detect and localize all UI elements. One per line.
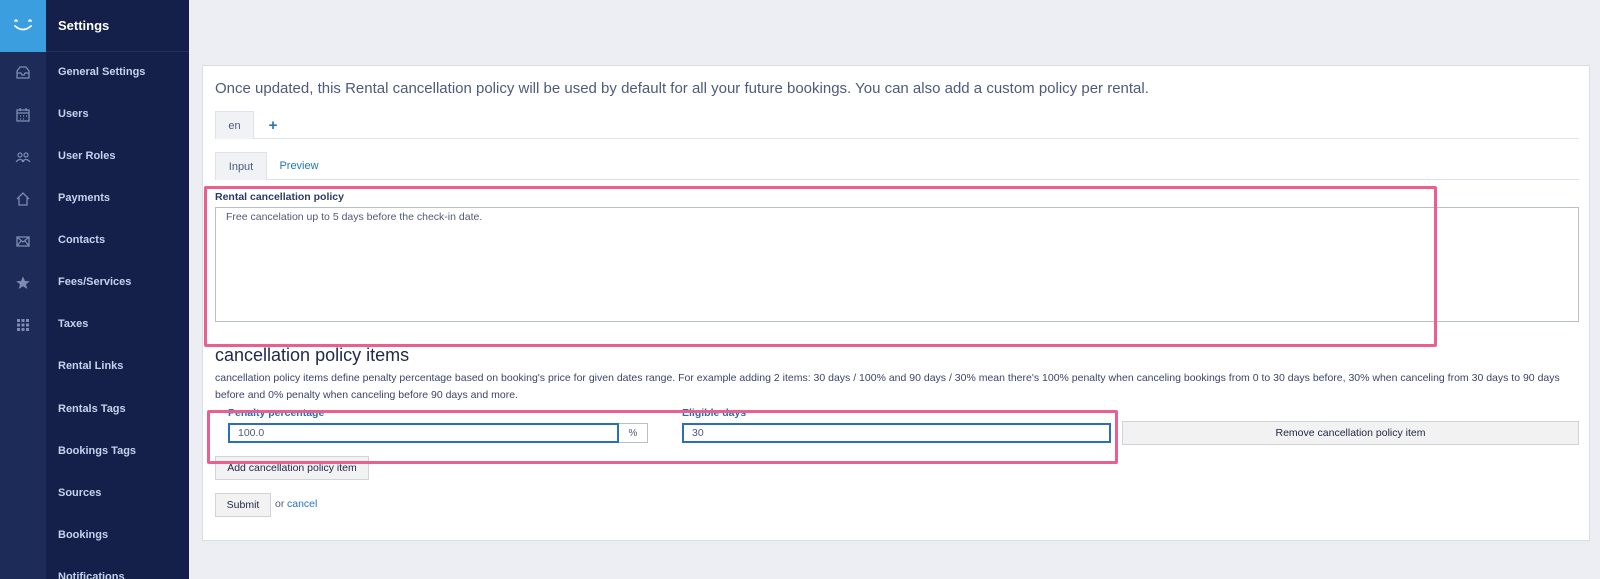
remove-policy-item-button[interactable]: Remove cancellation policy item xyxy=(1122,421,1579,445)
nav-item-general-settings[interactable]: General Settings xyxy=(58,66,145,78)
add-policy-item-button[interactable]: Add cancellation policy item xyxy=(215,456,369,480)
inbox-icon[interactable] xyxy=(11,61,35,85)
nav-item-rentals-tags[interactable]: Rentals Tags xyxy=(58,403,126,415)
star-icon[interactable] xyxy=(11,271,35,295)
users-icon[interactable] xyxy=(11,145,35,169)
items-description: cancellation policy items define penalty… xyxy=(215,370,1579,403)
nav-item-user-roles[interactable]: User Roles xyxy=(58,150,115,162)
tab-lang-en[interactable]: en xyxy=(215,111,254,139)
policy-label: Rental cancellation policy xyxy=(215,191,344,203)
nav-title: Settings xyxy=(46,0,189,52)
nav-item-rental-links[interactable]: Rental Links xyxy=(58,360,123,372)
nav-item-taxes[interactable]: Taxes xyxy=(58,318,88,330)
eligible-days-input[interactable] xyxy=(682,423,1111,443)
percent-addon: % xyxy=(619,423,648,443)
penalty-label: Penalty percentage xyxy=(228,407,324,419)
calendar-icon[interactable] xyxy=(11,103,35,127)
nav-item-contacts[interactable]: Contacts xyxy=(58,234,105,246)
apps-grid-icon[interactable] xyxy=(11,313,35,337)
language-tabs: en + xyxy=(215,111,1579,139)
tab-input[interactable]: Input xyxy=(215,152,267,180)
settings-nav: Settings General Settings Users User Rol… xyxy=(46,0,189,579)
items-heading: cancellation policy items xyxy=(215,345,409,366)
nav-item-users[interactable]: Users xyxy=(58,108,89,120)
nav-item-payments[interactable]: Payments xyxy=(58,192,110,204)
add-language-button[interactable]: + xyxy=(265,111,281,139)
eligible-days-label: Eligible days xyxy=(682,407,746,419)
nav-item-sources[interactable]: Sources xyxy=(58,487,101,499)
tab-preview[interactable]: Preview xyxy=(275,152,323,180)
nav-item-notifications[interactable]: Notifications xyxy=(58,571,125,579)
mail-icon[interactable] xyxy=(11,229,35,253)
icon-rail xyxy=(0,0,46,579)
home-icon[interactable] xyxy=(11,187,35,211)
nav-item-bookings-tags[interactable]: Bookings Tags xyxy=(58,445,136,457)
intro-text: Once updated, this Rental cancellation p… xyxy=(215,80,1149,97)
policy-card: Once updated, this Rental cancellation p… xyxy=(202,65,1590,541)
mode-tabs: Input Preview xyxy=(215,152,1579,180)
nav-item-fees-services[interactable]: Fees/Services xyxy=(58,276,131,288)
logo-icon[interactable] xyxy=(0,0,46,52)
policy-textarea[interactable]: Free cancelation up to 5 days before the… xyxy=(215,207,1579,322)
cancel-link[interactable]: cancel xyxy=(287,498,317,510)
submit-button[interactable]: Submit xyxy=(215,493,271,517)
penalty-input[interactable] xyxy=(228,423,619,443)
or-text: or xyxy=(275,498,284,510)
nav-item-bookings[interactable]: Bookings xyxy=(58,529,108,541)
